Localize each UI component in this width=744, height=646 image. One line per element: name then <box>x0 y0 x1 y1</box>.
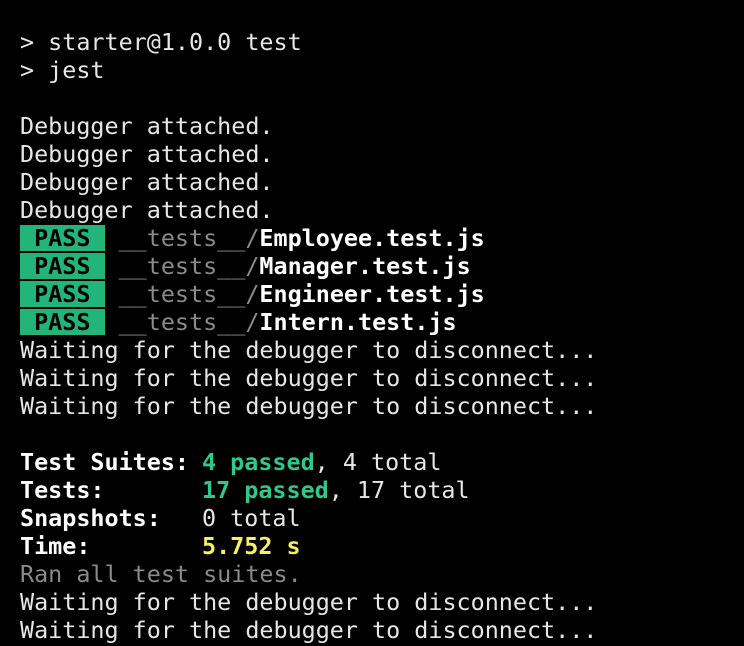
suites-label: Test Suites: <box>20 448 189 476</box>
suites-passed: 4 passed <box>202 448 315 476</box>
test-result-row: PASS __tests__/Intern.test.js <box>20 308 744 336</box>
pass-badge: PASS <box>20 308 105 336</box>
time-value: 5.752 s <box>202 532 301 560</box>
tests-passed: 17 passed <box>202 476 329 504</box>
waiting-line: Waiting for the debugger to disconnect..… <box>20 392 598 420</box>
command-line: > jest <box>20 56 105 84</box>
pass-badge: PASS <box>20 280 105 308</box>
ran-all-line: Ran all test suites. <box>20 560 302 588</box>
test-dir: __tests__/ <box>118 252 260 280</box>
test-file: Intern.test.js <box>259 308 457 336</box>
debugger-line: Debugger attached. <box>20 168 274 196</box>
terminal-output: > starter@1.0.0 test > jest Debugger att… <box>0 0 744 646</box>
debugger-line: Debugger attached. <box>20 140 274 168</box>
snapshots-label: Snapshots: <box>20 504 161 532</box>
pass-badge: PASS <box>20 224 105 252</box>
test-result-row: PASS __tests__/Engineer.test.js <box>20 280 744 308</box>
suites-total: , 4 total <box>314 448 442 476</box>
summary-time: Time: 5.752 s <box>20 532 744 560</box>
test-file: Manager.test.js <box>259 252 471 280</box>
test-file: Employee.test.js <box>259 224 485 252</box>
pass-badge: PASS <box>20 252 105 280</box>
waiting-line: Waiting for the debugger to disconnect..… <box>20 588 598 616</box>
waiting-line: Waiting for the debugger to disconnect..… <box>20 336 598 364</box>
snapshots-value: 0 total <box>202 504 301 532</box>
test-file: Engineer.test.js <box>259 280 485 308</box>
waiting-line: Waiting for the debugger to disconnect..… <box>20 364 598 392</box>
test-result-row: PASS __tests__/Employee.test.js <box>20 224 744 252</box>
summary-suites: Test Suites: 4 passed, 4 total <box>20 448 744 476</box>
tests-total: , 17 total <box>328 476 470 504</box>
summary-tests: Tests: 17 passed, 17 total <box>20 476 744 504</box>
test-result-row: PASS __tests__/Manager.test.js <box>20 252 744 280</box>
debugger-line: Debugger attached. <box>20 112 274 140</box>
test-dir: __tests__/ <box>118 280 260 308</box>
tests-label: Tests: <box>20 476 105 504</box>
debugger-line: Debugger attached. <box>20 196 274 224</box>
time-label: Time: <box>20 532 91 560</box>
test-dir: __tests__/ <box>118 224 260 252</box>
waiting-line: Waiting for the debugger to disconnect..… <box>20 616 598 644</box>
command-line: > starter@1.0.0 test <box>20 28 302 56</box>
summary-snapshots: Snapshots: 0 total <box>20 504 744 532</box>
test-dir: __tests__/ <box>118 308 260 336</box>
